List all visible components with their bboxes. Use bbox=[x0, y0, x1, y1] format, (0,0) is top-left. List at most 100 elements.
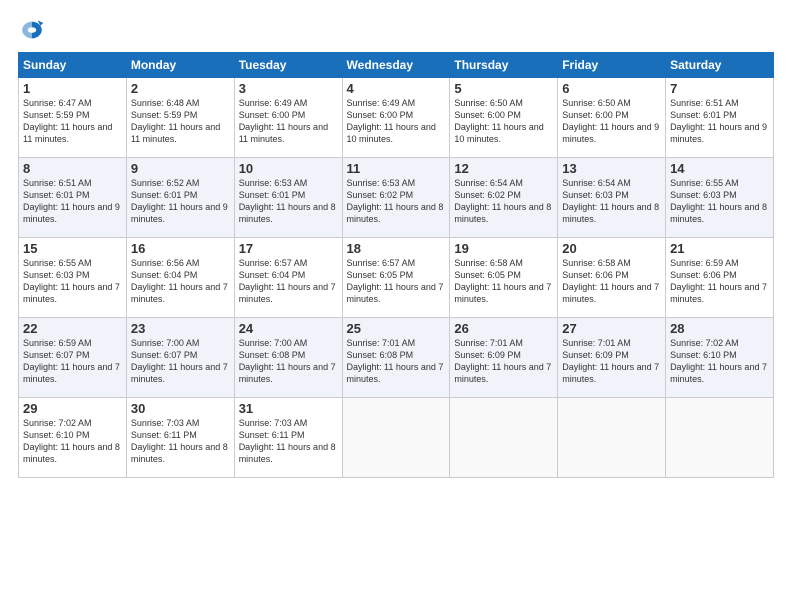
calendar-cell: 28 Sunrise: 7:02 AM Sunset: 6:10 PM Dayl… bbox=[666, 318, 774, 398]
day-number: 16 bbox=[131, 241, 230, 256]
day-info: Sunrise: 6:52 AM Sunset: 6:01 PM Dayligh… bbox=[131, 177, 230, 226]
day-number: 31 bbox=[239, 401, 338, 416]
calendar-cell: 11 Sunrise: 6:53 AM Sunset: 6:02 PM Dayl… bbox=[342, 158, 450, 238]
calendar-cell: 29 Sunrise: 7:02 AM Sunset: 6:10 PM Dayl… bbox=[19, 398, 127, 478]
day-number: 24 bbox=[239, 321, 338, 336]
calendar-cell bbox=[342, 398, 450, 478]
calendar-cell: 30 Sunrise: 7:03 AM Sunset: 6:11 PM Dayl… bbox=[126, 398, 234, 478]
day-info: Sunrise: 6:48 AM Sunset: 5:59 PM Dayligh… bbox=[131, 97, 230, 146]
calendar-cell: 20 Sunrise: 6:58 AM Sunset: 6:06 PM Dayl… bbox=[558, 238, 666, 318]
day-info: Sunrise: 7:03 AM Sunset: 6:11 PM Dayligh… bbox=[239, 417, 338, 466]
day-number: 19 bbox=[454, 241, 553, 256]
day-info: Sunrise: 6:50 AM Sunset: 6:00 PM Dayligh… bbox=[454, 97, 553, 146]
calendar-cell: 8 Sunrise: 6:51 AM Sunset: 6:01 PM Dayli… bbox=[19, 158, 127, 238]
calendar-cell: 17 Sunrise: 6:57 AM Sunset: 6:04 PM Dayl… bbox=[234, 238, 342, 318]
calendar-cell: 6 Sunrise: 6:50 AM Sunset: 6:00 PM Dayli… bbox=[558, 78, 666, 158]
calendar-cell: 18 Sunrise: 6:57 AM Sunset: 6:05 PM Dayl… bbox=[342, 238, 450, 318]
day-number: 17 bbox=[239, 241, 338, 256]
calendar-week-row: 1 Sunrise: 6:47 AM Sunset: 5:59 PM Dayli… bbox=[19, 78, 774, 158]
day-info: Sunrise: 6:54 AM Sunset: 6:03 PM Dayligh… bbox=[562, 177, 661, 226]
day-info: Sunrise: 7:00 AM Sunset: 6:08 PM Dayligh… bbox=[239, 337, 338, 386]
day-info: Sunrise: 6:51 AM Sunset: 6:01 PM Dayligh… bbox=[23, 177, 122, 226]
day-info: Sunrise: 7:01 AM Sunset: 6:08 PM Dayligh… bbox=[347, 337, 446, 386]
day-info: Sunrise: 7:01 AM Sunset: 6:09 PM Dayligh… bbox=[454, 337, 553, 386]
day-info: Sunrise: 7:03 AM Sunset: 6:11 PM Dayligh… bbox=[131, 417, 230, 466]
day-number: 23 bbox=[131, 321, 230, 336]
day-info: Sunrise: 6:50 AM Sunset: 6:00 PM Dayligh… bbox=[562, 97, 661, 146]
day-info: Sunrise: 6:53 AM Sunset: 6:01 PM Dayligh… bbox=[239, 177, 338, 226]
day-info: Sunrise: 6:51 AM Sunset: 6:01 PM Dayligh… bbox=[670, 97, 769, 146]
calendar-cell: 4 Sunrise: 6:49 AM Sunset: 6:00 PM Dayli… bbox=[342, 78, 450, 158]
day-number: 26 bbox=[454, 321, 553, 336]
day-number: 11 bbox=[347, 161, 446, 176]
calendar-cell: 22 Sunrise: 6:59 AM Sunset: 6:07 PM Dayl… bbox=[19, 318, 127, 398]
logo bbox=[18, 16, 50, 44]
calendar-header-sunday: Sunday bbox=[19, 53, 127, 78]
calendar-cell: 7 Sunrise: 6:51 AM Sunset: 6:01 PM Dayli… bbox=[666, 78, 774, 158]
day-number: 2 bbox=[131, 81, 230, 96]
day-info: Sunrise: 6:57 AM Sunset: 6:04 PM Dayligh… bbox=[239, 257, 338, 306]
day-number: 7 bbox=[670, 81, 769, 96]
calendar-cell: 31 Sunrise: 7:03 AM Sunset: 6:11 PM Dayl… bbox=[234, 398, 342, 478]
day-number: 30 bbox=[131, 401, 230, 416]
day-number: 21 bbox=[670, 241, 769, 256]
day-info: Sunrise: 6:53 AM Sunset: 6:02 PM Dayligh… bbox=[347, 177, 446, 226]
calendar-cell: 12 Sunrise: 6:54 AM Sunset: 6:02 PM Dayl… bbox=[450, 158, 558, 238]
calendar-cell: 5 Sunrise: 6:50 AM Sunset: 6:00 PM Dayli… bbox=[450, 78, 558, 158]
calendar-cell bbox=[666, 398, 774, 478]
calendar-cell: 14 Sunrise: 6:55 AM Sunset: 6:03 PM Dayl… bbox=[666, 158, 774, 238]
calendar-week-row: 15 Sunrise: 6:55 AM Sunset: 6:03 PM Dayl… bbox=[19, 238, 774, 318]
day-info: Sunrise: 6:55 AM Sunset: 6:03 PM Dayligh… bbox=[23, 257, 122, 306]
calendar-header-monday: Monday bbox=[126, 53, 234, 78]
calendar-header-friday: Friday bbox=[558, 53, 666, 78]
calendar-cell: 16 Sunrise: 6:56 AM Sunset: 6:04 PM Dayl… bbox=[126, 238, 234, 318]
calendar-cell: 24 Sunrise: 7:00 AM Sunset: 6:08 PM Dayl… bbox=[234, 318, 342, 398]
page: SundayMondayTuesdayWednesdayThursdayFrid… bbox=[0, 0, 792, 612]
day-info: Sunrise: 6:47 AM Sunset: 5:59 PM Dayligh… bbox=[23, 97, 122, 146]
calendar-header-row: SundayMondayTuesdayWednesdayThursdayFrid… bbox=[19, 53, 774, 78]
day-number: 12 bbox=[454, 161, 553, 176]
day-info: Sunrise: 7:01 AM Sunset: 6:09 PM Dayligh… bbox=[562, 337, 661, 386]
day-number: 5 bbox=[454, 81, 553, 96]
day-number: 4 bbox=[347, 81, 446, 96]
calendar-week-row: 22 Sunrise: 6:59 AM Sunset: 6:07 PM Dayl… bbox=[19, 318, 774, 398]
calendar-cell: 9 Sunrise: 6:52 AM Sunset: 6:01 PM Dayli… bbox=[126, 158, 234, 238]
calendar-cell: 23 Sunrise: 7:00 AM Sunset: 6:07 PM Dayl… bbox=[126, 318, 234, 398]
day-info: Sunrise: 6:55 AM Sunset: 6:03 PM Dayligh… bbox=[670, 177, 769, 226]
calendar-cell: 26 Sunrise: 7:01 AM Sunset: 6:09 PM Dayl… bbox=[450, 318, 558, 398]
calendar: SundayMondayTuesdayWednesdayThursdayFrid… bbox=[18, 52, 774, 478]
calendar-cell: 1 Sunrise: 6:47 AM Sunset: 5:59 PM Dayli… bbox=[19, 78, 127, 158]
calendar-cell bbox=[450, 398, 558, 478]
calendar-cell: 21 Sunrise: 6:59 AM Sunset: 6:06 PM Dayl… bbox=[666, 238, 774, 318]
day-info: Sunrise: 6:56 AM Sunset: 6:04 PM Dayligh… bbox=[131, 257, 230, 306]
header bbox=[18, 16, 774, 44]
calendar-week-row: 29 Sunrise: 7:02 AM Sunset: 6:10 PM Dayl… bbox=[19, 398, 774, 478]
calendar-header-wednesday: Wednesday bbox=[342, 53, 450, 78]
calendar-header-tuesday: Tuesday bbox=[234, 53, 342, 78]
day-info: Sunrise: 6:57 AM Sunset: 6:05 PM Dayligh… bbox=[347, 257, 446, 306]
day-number: 15 bbox=[23, 241, 122, 256]
calendar-cell bbox=[558, 398, 666, 478]
day-number: 13 bbox=[562, 161, 661, 176]
day-info: Sunrise: 7:00 AM Sunset: 6:07 PM Dayligh… bbox=[131, 337, 230, 386]
day-info: Sunrise: 6:58 AM Sunset: 6:06 PM Dayligh… bbox=[562, 257, 661, 306]
day-info: Sunrise: 7:02 AM Sunset: 6:10 PM Dayligh… bbox=[670, 337, 769, 386]
calendar-cell: 15 Sunrise: 6:55 AM Sunset: 6:03 PM Dayl… bbox=[19, 238, 127, 318]
day-number: 6 bbox=[562, 81, 661, 96]
day-info: Sunrise: 6:54 AM Sunset: 6:02 PM Dayligh… bbox=[454, 177, 553, 226]
calendar-cell: 3 Sunrise: 6:49 AM Sunset: 6:00 PM Dayli… bbox=[234, 78, 342, 158]
day-number: 25 bbox=[347, 321, 446, 336]
day-number: 8 bbox=[23, 161, 122, 176]
day-number: 27 bbox=[562, 321, 661, 336]
day-number: 9 bbox=[131, 161, 230, 176]
calendar-cell: 2 Sunrise: 6:48 AM Sunset: 5:59 PM Dayli… bbox=[126, 78, 234, 158]
day-info: Sunrise: 6:58 AM Sunset: 6:05 PM Dayligh… bbox=[454, 257, 553, 306]
logo-icon bbox=[18, 16, 46, 44]
calendar-cell: 27 Sunrise: 7:01 AM Sunset: 6:09 PM Dayl… bbox=[558, 318, 666, 398]
day-info: Sunrise: 7:02 AM Sunset: 6:10 PM Dayligh… bbox=[23, 417, 122, 466]
calendar-cell: 19 Sunrise: 6:58 AM Sunset: 6:05 PM Dayl… bbox=[450, 238, 558, 318]
calendar-cell: 25 Sunrise: 7:01 AM Sunset: 6:08 PM Dayl… bbox=[342, 318, 450, 398]
calendar-header-saturday: Saturday bbox=[666, 53, 774, 78]
day-number: 29 bbox=[23, 401, 122, 416]
calendar-week-row: 8 Sunrise: 6:51 AM Sunset: 6:01 PM Dayli… bbox=[19, 158, 774, 238]
